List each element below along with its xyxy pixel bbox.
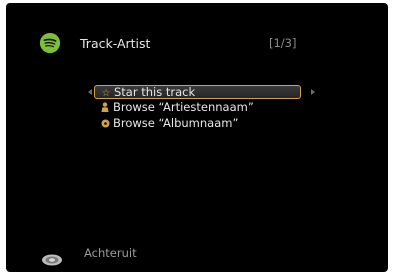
menu-item-label: Browse “Albumnaam” — [113, 116, 239, 130]
back-button-icon[interactable] — [41, 251, 63, 270]
screen-title: Track-Artist — [80, 36, 151, 51]
back-label: Achteruit — [84, 246, 137, 260]
person-icon — [99, 101, 111, 116]
left-arrow-icon[interactable] — [88, 89, 92, 95]
display-screen: Track-Artist [1/3] ☆ Star this track Brow… — [6, 3, 388, 272]
disc-icon — [99, 117, 111, 132]
menu-item-browse-album[interactable]: Browse “Albumnaam” — [94, 116, 318, 131]
menu-item-browse-artist[interactable]: Browse “Artiestennaam” — [94, 100, 318, 115]
menu-item-label: Browse “Artiestennaam” — [113, 100, 254, 114]
menu-item-star-track[interactable]: ☆ Star this track — [94, 85, 301, 99]
spotify-icon — [40, 33, 60, 53]
page-indicator: [1/3] — [269, 36, 297, 50]
options-menu: ☆ Star this track Browse “Artiestennaam” … — [94, 85, 318, 132]
menu-item-label: Star this track — [114, 85, 196, 99]
star-icon: ☆ — [101, 88, 111, 99]
